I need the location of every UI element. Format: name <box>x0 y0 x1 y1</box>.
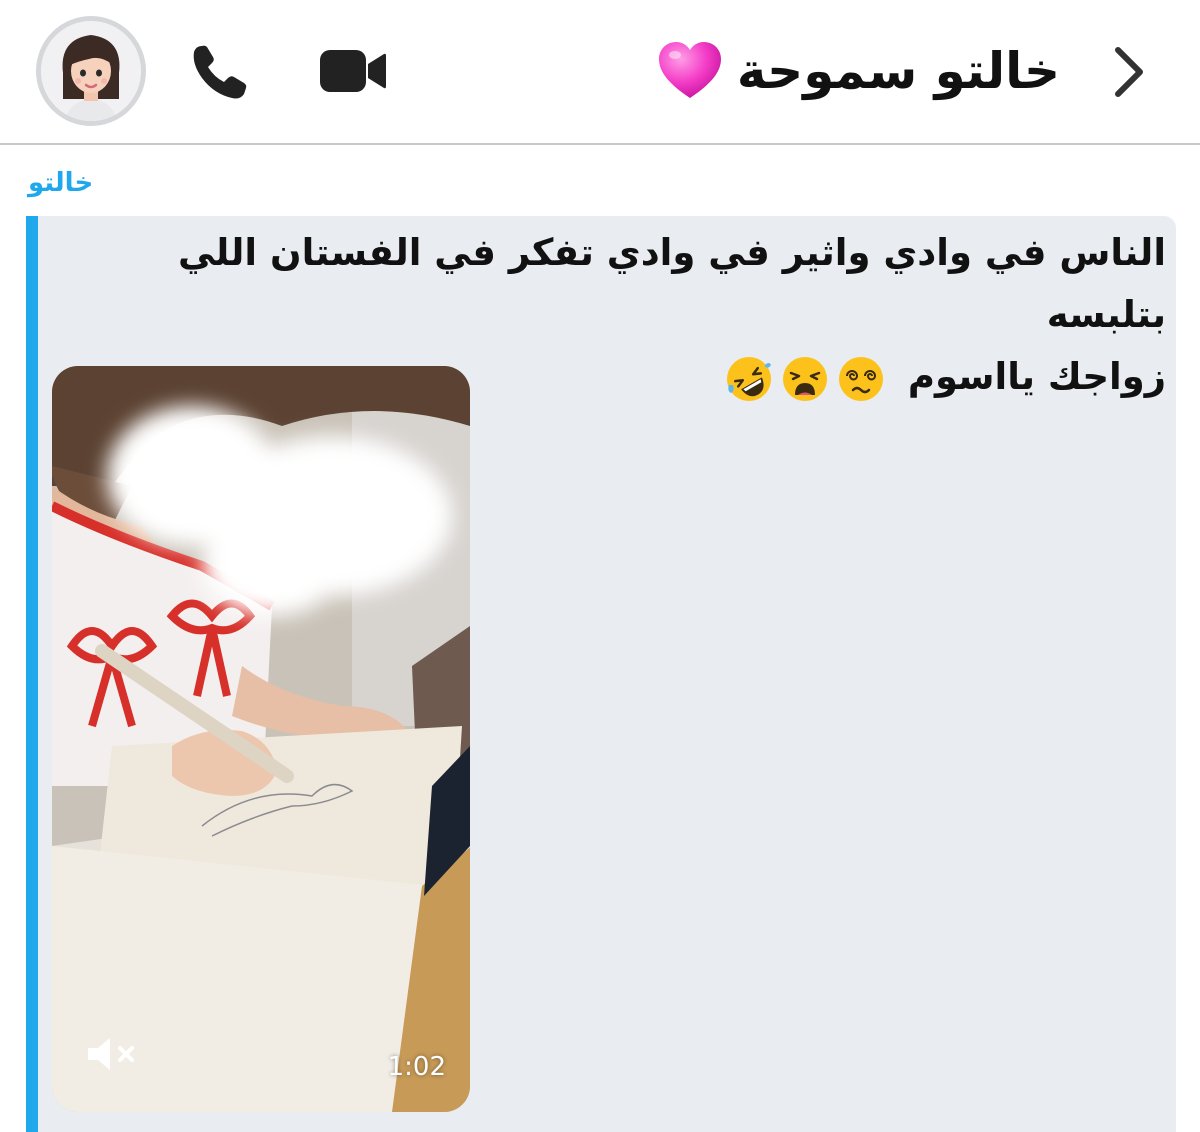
chevron-right-icon[interactable] <box>1108 40 1152 104</box>
contact-title[interactable]: خالتو سموحة <box>657 26 1060 116</box>
rolling-laughing-icon <box>726 356 771 401</box>
speaker-muted-icon[interactable] <box>86 1034 142 1074</box>
video-thumbnail <box>52 366 470 1112</box>
emoji-row <box>725 355 885 403</box>
dizzy-face-icon <box>838 356 883 401</box>
phone-icon[interactable] <box>188 40 252 104</box>
pink-heart-icon <box>658 42 721 98</box>
bitmoji-avatar-icon <box>41 21 141 121</box>
message-accent-bar <box>26 216 38 1132</box>
video-camera-icon[interactable] <box>318 44 388 98</box>
chat-header: خالتو سموحة <box>0 0 1200 145</box>
message-line-1: الناس في وادي واثير في وادي تفكر في الفس… <box>178 231 1166 336</box>
message-line-2: زواجك يااسوم <box>907 355 1166 398</box>
video-duration: 1:02 <box>387 1052 446 1082</box>
sender-name: خالتو <box>28 168 94 198</box>
weary-face-icon <box>782 356 827 401</box>
contact-name: خالتو سموحة <box>736 42 1060 100</box>
contact-avatar[interactable] <box>36 16 146 126</box>
video-attachment[interactable]: 1:02 <box>52 366 470 1112</box>
